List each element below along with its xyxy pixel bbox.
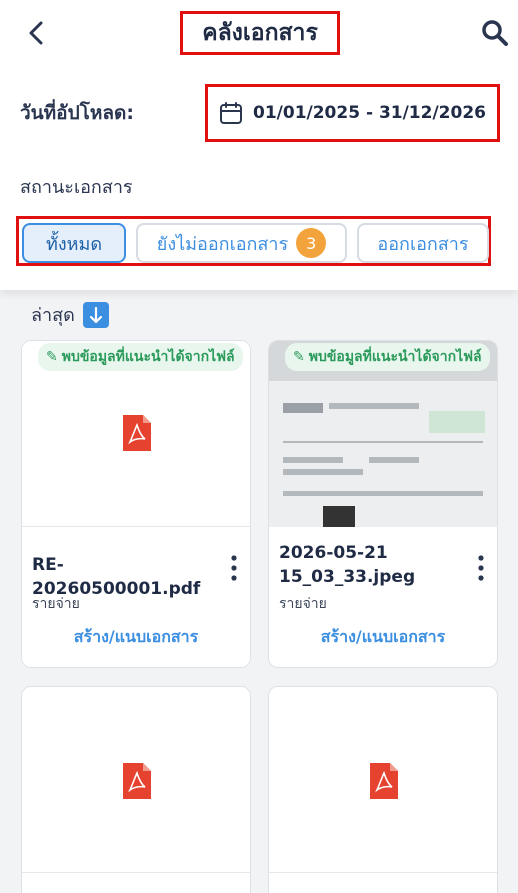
- chevron-left-icon[interactable]: [22, 18, 52, 48]
- date-range-picker[interactable]: 01/01/2025 - 31/12/2026: [205, 84, 500, 142]
- more-options-icon[interactable]: [473, 553, 489, 583]
- chip-all-label: ทั้งหมด: [45, 233, 103, 255]
- filter-panel: คลังเอกสาร วันที่อัปโหลด: 01/01/2025 - 3…: [0, 0, 518, 290]
- status-filter-group: ทั้งหมด ยังไม่ออกเอกสาร 3 ออกเอกสาร: [16, 216, 491, 266]
- pdf-icon: [370, 763, 398, 799]
- ai-suggestion-badge: ✎ พบข้อมูลที่แนะนำได้จากไฟล์: [38, 343, 243, 371]
- document-card[interactable]: [21, 686, 251, 893]
- page-title: คลังเอกสาร: [202, 20, 318, 46]
- count-badge: 3: [296, 228, 327, 258]
- document-card[interactable]: [268, 686, 498, 893]
- document-thumbnail: [22, 687, 250, 873]
- chip-not-issued-label: ยังไม่ออกเอกสาร: [156, 233, 289, 255]
- sort-control[interactable]: ล่าสุด: [31, 300, 109, 329]
- document-filename: 2026-05-21 15_03_33.jpeg: [279, 543, 416, 587]
- ai-suggestion-badge: ✎ พบข้อมูลที่แนะนำได้จากไฟล์: [285, 343, 490, 371]
- document-card[interactable]: ✎ พบข้อมูลที่แนะนำได้จากไฟล์ RE-20260500…: [21, 340, 251, 668]
- document-thumbnail: [269, 687, 497, 873]
- pdf-icon: [123, 763, 151, 799]
- chip-not-issued[interactable]: ยังไม่ออกเอกสาร 3: [136, 223, 347, 263]
- chip-issued[interactable]: ออกเอกสาร: [357, 223, 489, 263]
- create-attach-button[interactable]: สร้าง/แนบเอกสาร: [22, 625, 250, 650]
- magic-wand-icon: ✎: [46, 349, 58, 365]
- search-icon[interactable]: [480, 18, 510, 48]
- magic-wand-icon: ✎: [293, 349, 305, 365]
- document-category: รายจ่าย: [279, 596, 327, 612]
- upload-date-label: วันที่อัปโหลด:: [20, 102, 134, 124]
- ai-suggestion-text: พบข้อมูลที่แนะนำได้จากไฟล์: [61, 349, 235, 365]
- status-label: สถานะเอกสาร: [20, 177, 133, 198]
- calendar-icon: [220, 102, 242, 124]
- pdf-icon: [123, 415, 151, 451]
- more-options-icon[interactable]: [226, 553, 242, 583]
- top-bar: คลังเอกสาร: [0, 0, 518, 66]
- document-category: รายจ่าย: [32, 596, 80, 612]
- ai-suggestion-text: พบข้อมูลที่แนะนำได้จากไฟล์: [308, 349, 482, 365]
- sort-label: ล่าสุด: [31, 305, 75, 326]
- document-card[interactable]: ✎ พบข้อมูลที่แนะนำได้จากไฟล์ 2026-05-21 …: [268, 340, 498, 668]
- page-title-container: คลังเอกสาร: [180, 11, 340, 55]
- date-range-value: 01/01/2025 - 31/12/2026: [253, 103, 486, 123]
- chip-issued-label: ออกเอกสาร: [377, 233, 469, 255]
- arrow-down-icon: [82, 301, 109, 328]
- chip-all[interactable]: ทั้งหมด: [22, 223, 126, 263]
- create-attach-button[interactable]: สร้าง/แนบเอกสาร: [269, 625, 497, 650]
